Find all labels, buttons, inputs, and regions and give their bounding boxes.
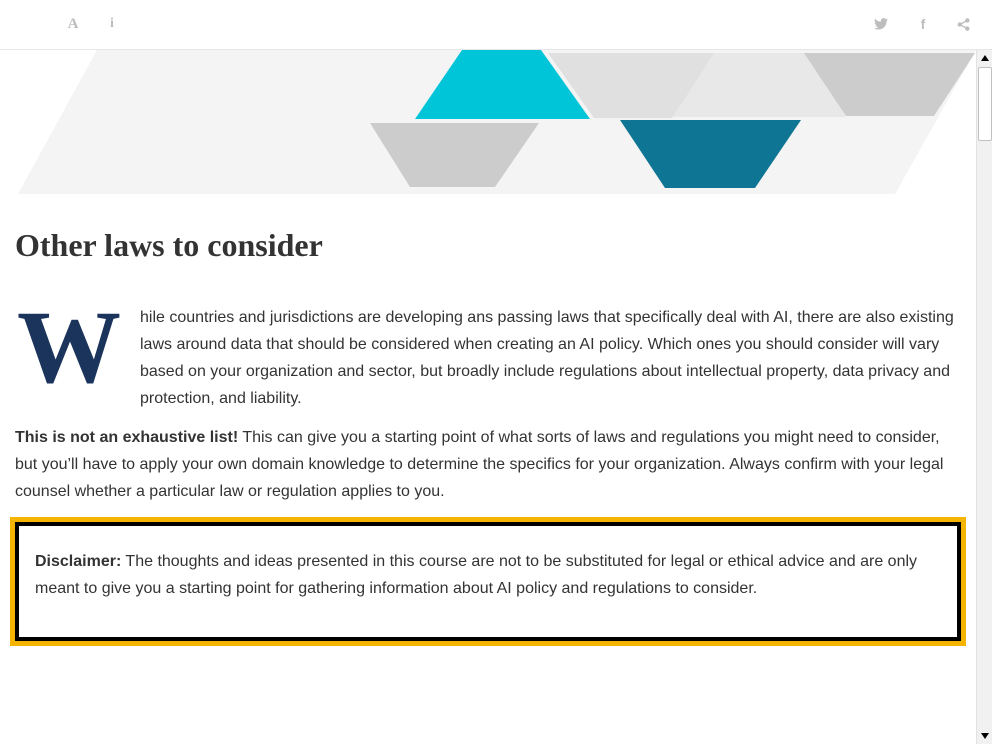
facebook-icon[interactable]: f	[911, 12, 935, 36]
hero-graphic	[18, 50, 976, 194]
drop-cap: W	[15, 290, 140, 405]
disclaimer-box: Disclaimer: The thoughts and ideas prese…	[15, 522, 961, 641]
scrollbar-thumb[interactable]	[978, 67, 992, 141]
disclaimer-text: The thoughts and ideas presented in this…	[35, 553, 918, 597]
section-heading: Other laws to consider	[15, 227, 323, 263]
drop-cap-letter: W	[17, 290, 121, 405]
share-glyph	[957, 17, 969, 31]
scroll-down-glyph	[981, 733, 989, 739]
scroll-down-arrow-icon[interactable]	[980, 731, 990, 741]
info-icon[interactable]: i	[100, 12, 124, 36]
note-paragraph: This is not an exhaustive list! This can…	[15, 424, 960, 505]
intro-paragraph-text: hile countries and jurisdictions are dev…	[140, 309, 954, 407]
twitter-glyph	[874, 18, 888, 30]
font-size-icon[interactable]: A	[61, 12, 85, 36]
twitter-icon[interactable]	[869, 12, 893, 36]
disclaimer-label: Disclaimer:	[35, 553, 122, 570]
vertical-scrollbar[interactable]	[976, 50, 992, 744]
scroll-up-arrow-icon[interactable]	[980, 53, 990, 63]
share-icon[interactable]	[951, 12, 975, 36]
note-emphasis: This is not an exhaustive list!	[15, 429, 239, 446]
top-toolbar: A i f	[0, 0, 992, 50]
disclaimer-callout: Disclaimer: The thoughts and ideas prese…	[10, 517, 966, 646]
scroll-up-glyph	[981, 55, 989, 61]
intro-paragraph: W hile countries and jurisdictions are d…	[15, 290, 960, 412]
